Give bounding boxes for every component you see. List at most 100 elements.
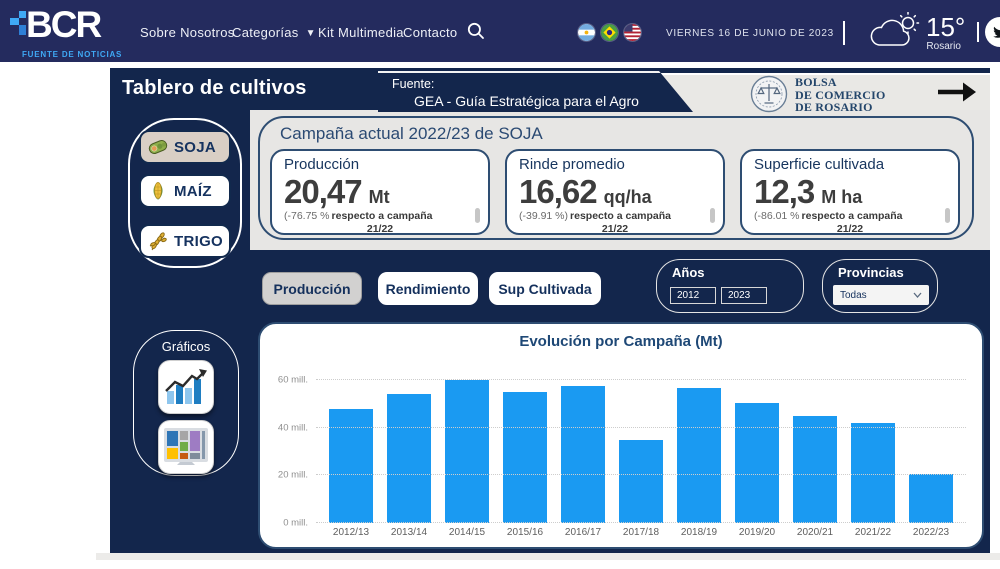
- chart-plot: [316, 368, 966, 523]
- tab-sup-cultivada[interactable]: Sup Cultivada: [489, 272, 601, 305]
- soybean-icon: [146, 135, 170, 159]
- chart-bar[interactable]: [445, 380, 489, 523]
- provinces-label: Provincias: [838, 265, 904, 280]
- flag-brazil-icon[interactable]: [601, 24, 618, 41]
- wheat-icon: [146, 229, 170, 253]
- card-superficie: Superficie cultivada 12,3 M ha (-86.01 %…: [740, 149, 960, 235]
- graficos-label: Gráficos: [134, 339, 238, 354]
- chart-bar-slot: [612, 368, 670, 523]
- x-tick-label: 2012/13: [322, 527, 380, 538]
- provinces-dropdown[interactable]: Todas: [833, 285, 929, 305]
- chart-bar-slot: [670, 368, 728, 523]
- chart-bar-slot: [786, 368, 844, 523]
- flag-usa-icon[interactable]: [624, 24, 641, 41]
- chart-bar[interactable]: [387, 394, 431, 523]
- chart-bar[interactable]: [851, 423, 895, 523]
- x-tick-label: 2020/21: [786, 527, 844, 538]
- bar-chart-view-button[interactable]: [158, 360, 214, 414]
- nav-divider: [977, 22, 979, 42]
- card-label: Rinde promedio: [519, 156, 711, 173]
- tablero-dashboard: Tablero de cultivos Fuente: GEA - Guía E…: [110, 68, 990, 553]
- chart-bar[interactable]: [793, 416, 837, 523]
- chart-bar[interactable]: [909, 474, 953, 523]
- chart-bar[interactable]: [677, 388, 721, 523]
- search-icon[interactable]: [466, 21, 486, 44]
- card-unit: qq/ha: [604, 187, 652, 208]
- brand-word: BCR: [26, 4, 100, 46]
- treemap-view-button[interactable]: [158, 420, 214, 474]
- x-tick-label: 2015/16: [496, 527, 554, 538]
- card-produccion: Producción 20,47 Mt (-76.75 %respecto a …: [270, 149, 490, 235]
- crop-button-maiz[interactable]: MAÍZ: [139, 174, 231, 208]
- evolution-chart-card: Evolución por Campaña (Mt) 0 mill.20 mil…: [258, 322, 984, 549]
- provinces-filter-group: Provincias Todas: [822, 259, 938, 313]
- source-value: GEA - Guía Estratégica para el Agro: [414, 93, 639, 109]
- y-tick-label: 40 mill.: [278, 422, 308, 433]
- x-tick-label: 2018/19: [670, 527, 728, 538]
- chevron-down-icon: ▼: [306, 28, 316, 39]
- summary-section: Campaña actual 2022/23 de SOJA Producció…: [250, 110, 990, 250]
- nav-item-contacto[interactable]: Contacto: [403, 25, 457, 40]
- card-label: Superficie cultivada: [754, 156, 946, 173]
- year-to-input[interactable]: [721, 287, 767, 304]
- weather-temp: 15°: [926, 12, 965, 42]
- page-body: Tablero de cultivos Fuente: GEA - Guía E…: [0, 62, 1000, 553]
- nav-item-kit-multimedia[interactable]: Kit Multimedia: [318, 25, 404, 40]
- years-label: Años: [672, 265, 705, 280]
- chart-bar[interactable]: [735, 403, 779, 523]
- tab-rendimiento[interactable]: Rendimiento: [378, 272, 478, 305]
- card-value: 12,3: [754, 173, 814, 210]
- chart-bar-slot: [322, 368, 380, 523]
- year-from-input[interactable]: [670, 287, 716, 304]
- bcr-logo[interactable]: BCR FUENTE DE NOTICIAS: [10, 4, 120, 46]
- chart-bar[interactable]: [561, 386, 605, 523]
- nav-item-categorias[interactable]: Categorías▼: [232, 25, 316, 40]
- brand-subtitle: FUENTE DE NOTICIAS: [22, 50, 122, 59]
- nav-date: VIERNES 16 DE JUNIO DE 2023: [666, 28, 834, 39]
- card-unit: M ha: [821, 187, 862, 208]
- treemap-icon: [164, 428, 208, 466]
- chart-bar[interactable]: [503, 392, 547, 523]
- card-scrollbar[interactable]: [475, 208, 480, 223]
- nav-divider: [843, 21, 845, 45]
- x-tick-label: 2014/15: [438, 527, 496, 538]
- card-scrollbar[interactable]: [710, 208, 715, 223]
- nav-item-sobre-nosotros[interactable]: Sobre Nosotros: [140, 25, 235, 40]
- chart-bar-slot: [380, 368, 438, 523]
- chart-bar-slot: [438, 368, 496, 523]
- card-scrollbar[interactable]: [945, 208, 950, 223]
- crop-button-soja[interactable]: SOJA: [139, 130, 231, 164]
- flag-argentina-icon[interactable]: [578, 24, 595, 41]
- y-tick-label: 0 mill.: [283, 518, 308, 529]
- summary-title: Campaña actual 2022/23 de SOJA: [280, 124, 543, 144]
- years-filter-group: Años: [656, 259, 804, 313]
- x-tick-label: 2021/22: [844, 527, 902, 538]
- cloud-sun-icon: [868, 12, 922, 52]
- x-tick-label: 2013/14: [380, 527, 438, 538]
- crop-button-trigo[interactable]: TRIGO: [139, 224, 231, 258]
- chart-bar[interactable]: [619, 440, 663, 523]
- bcr-seal-icon: [750, 75, 788, 113]
- gridline: [316, 522, 966, 523]
- next-arrow-icon[interactable]: [936, 81, 978, 106]
- chart-bars: [316, 368, 966, 523]
- card-unit: Mt: [369, 187, 390, 208]
- card-value: 16,62: [519, 173, 597, 210]
- card-label: Producción: [284, 156, 476, 173]
- summary-outline: Campaña actual 2022/23 de SOJA Producció…: [258, 116, 974, 240]
- card-delta: (-86.01 %respecto a campaña: [754, 210, 946, 222]
- twitter-icon[interactable]: [985, 17, 1000, 47]
- card-delta-tail: 21/22: [754, 223, 946, 235]
- weather-widget: 15° Rosario: [868, 12, 965, 52]
- growth-chart-icon: [164, 367, 208, 407]
- tab-produccion[interactable]: Producción: [262, 272, 362, 305]
- card-rinde: Rinde promedio 16,62 qq/ha (-39.91 %)res…: [505, 149, 725, 235]
- corn-icon: [146, 179, 170, 203]
- x-tick-label: 2022/23: [902, 527, 960, 538]
- card-value: 20,47: [284, 173, 362, 210]
- x-tick-label: 2016/17: [554, 527, 612, 538]
- chart-y-axis: 0 mill.20 mill.40 mill.60 mill.: [260, 368, 316, 523]
- card-delta: (-39.91 %)respecto a campaña: [519, 210, 711, 222]
- y-tick-label: 60 mill.: [278, 374, 308, 385]
- y-tick-label: 20 mill.: [278, 470, 308, 481]
